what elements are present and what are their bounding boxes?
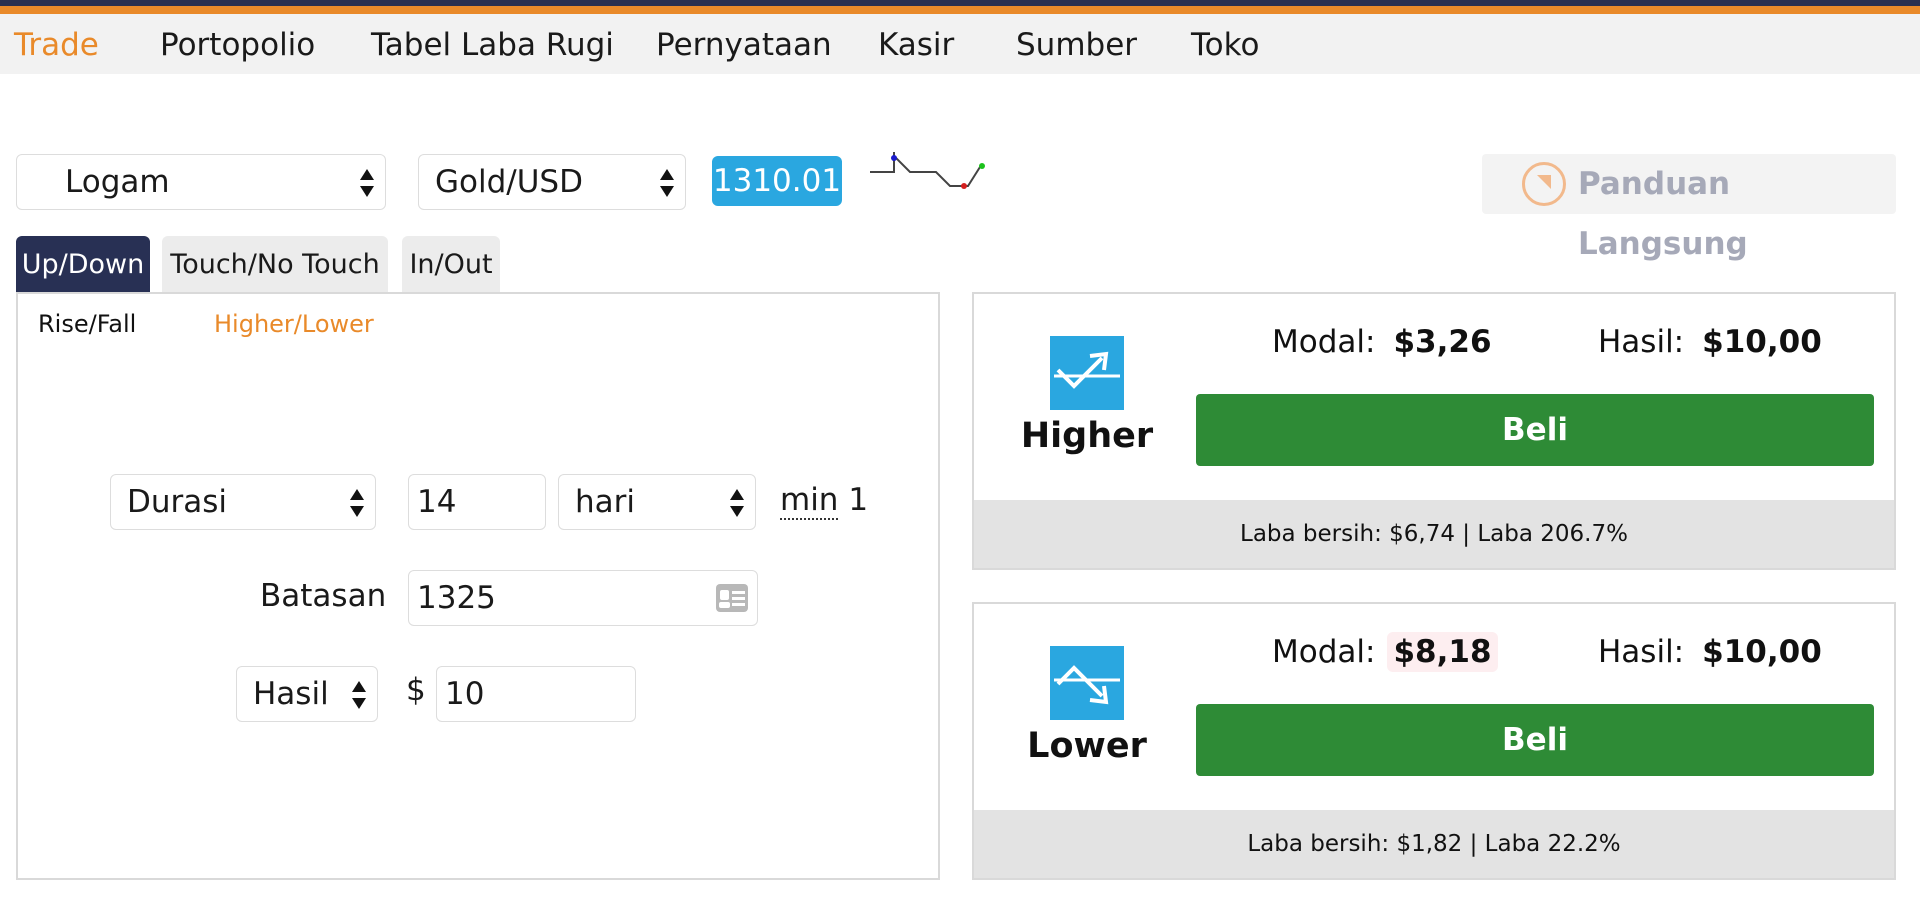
net-profit-summary: Laba bersih: $6,74 | Laba 206.7% xyxy=(974,500,1894,568)
spot-price-badge: 1310.01 xyxy=(712,156,842,206)
buy-higher-button[interactable]: Beli xyxy=(1196,394,1874,466)
stake-label: Modal: xyxy=(1272,324,1376,360)
select-arrows-icon xyxy=(729,487,745,519)
contract-card-lower: Lower Modal: $8,18 Hasil: $10,00 Beli Laba… xyxy=(972,602,1896,880)
main-menu: Trade Portopolio Tabel Laba Rugi Pernyat… xyxy=(0,14,1920,74)
tab-touch-no-touch[interactable]: Touch/No Touch xyxy=(162,236,388,294)
tab-up-down[interactable]: Up/Down xyxy=(16,236,150,294)
price-sparkline xyxy=(870,152,985,189)
stake-label: Modal: xyxy=(1272,634,1376,670)
menu-statement[interactable]: Pernyataan xyxy=(656,27,832,63)
menu-portfolio[interactable]: Portopolio xyxy=(160,27,315,63)
amount-input[interactable]: 10 xyxy=(436,666,636,722)
symbol-value: Gold/USD xyxy=(435,164,583,200)
menu-trade[interactable]: Trade xyxy=(14,27,99,63)
sparkline-last-point xyxy=(979,163,985,169)
duration-unit-value: hari xyxy=(575,484,636,520)
subtab-higher-lower[interactable]: Higher/Lower xyxy=(214,310,374,338)
select-arrows-icon xyxy=(659,167,675,199)
menu-profit-table[interactable]: Tabel Laba Rugi xyxy=(371,27,614,63)
payout-value: $10,00 xyxy=(1702,634,1822,670)
duration-min-hint: min 1 xyxy=(780,482,869,520)
trade-form-panel: Rise/Fall Higher/Lower Durasi 14 hari mi… xyxy=(16,292,940,880)
market-category-select[interactable]: Logam xyxy=(16,154,386,210)
trend-up-icon xyxy=(1050,336,1124,410)
barrier-value: 1325 xyxy=(417,580,496,616)
payout-type-select[interactable]: Hasil xyxy=(236,666,378,722)
duration-amount-input[interactable]: 14 xyxy=(408,474,546,530)
menu-shop[interactable]: Toko xyxy=(1191,27,1259,63)
market-category-value: Logam xyxy=(65,164,170,200)
trend-down-icon xyxy=(1050,646,1124,720)
symbol-select[interactable]: Gold/USD xyxy=(418,154,686,210)
subtab-rise-fall[interactable]: Rise/Fall xyxy=(38,310,136,338)
stake-info: Modal: $3,26 xyxy=(1272,324,1498,360)
sparkline-high-point xyxy=(891,155,897,161)
net-profit-summary: Laba bersih: $1,82 | Laba 22.2% xyxy=(974,810,1894,878)
duration-unit-select[interactable]: hari xyxy=(558,474,756,530)
payout-info: Hasil: $10,00 xyxy=(1598,634,1828,670)
sparkline-low-point xyxy=(961,183,967,189)
top-accent-stripe xyxy=(0,0,1920,14)
select-arrows-icon xyxy=(349,487,365,519)
payout-label: Hasil: xyxy=(1598,324,1685,360)
stake-info: Modal: $8,18 xyxy=(1272,632,1498,672)
min-label: min xyxy=(780,482,839,520)
navigation-arrow-icon xyxy=(1522,162,1566,206)
buy-lower-button[interactable]: Beli xyxy=(1196,704,1874,776)
payout-label: Hasil: xyxy=(1598,634,1685,670)
contract-card-higher: Higher Modal: $3,26 Hasil: $10,00 Beli Lab… xyxy=(972,292,1896,570)
payout-type-value: Hasil xyxy=(253,676,329,712)
barrier-label: Batasan xyxy=(260,578,387,614)
id-card-icon[interactable] xyxy=(715,583,749,613)
select-arrows-icon xyxy=(359,167,375,199)
menu-cashier[interactable]: Kasir xyxy=(878,27,954,63)
stake-value: $3,26 xyxy=(1393,324,1492,360)
menu-resources[interactable]: Sumber xyxy=(1016,27,1137,63)
duration-type-value: Durasi xyxy=(127,484,228,520)
min-value: 1 xyxy=(848,482,869,518)
payout-value: $10,00 xyxy=(1702,324,1822,360)
tab-in-out[interactable]: In/Out xyxy=(402,236,500,294)
barrier-input[interactable]: 1325 xyxy=(408,570,758,626)
direction-label: Higher xyxy=(1020,416,1154,456)
direction-label: Lower xyxy=(1027,726,1147,766)
stake-value: $8,18 xyxy=(1387,632,1498,672)
currency-symbol: $ xyxy=(406,672,426,708)
duration-type-select[interactable]: Durasi xyxy=(110,474,376,530)
payout-info: Hasil: $10,00 xyxy=(1598,324,1828,360)
select-arrows-icon xyxy=(351,679,367,711)
